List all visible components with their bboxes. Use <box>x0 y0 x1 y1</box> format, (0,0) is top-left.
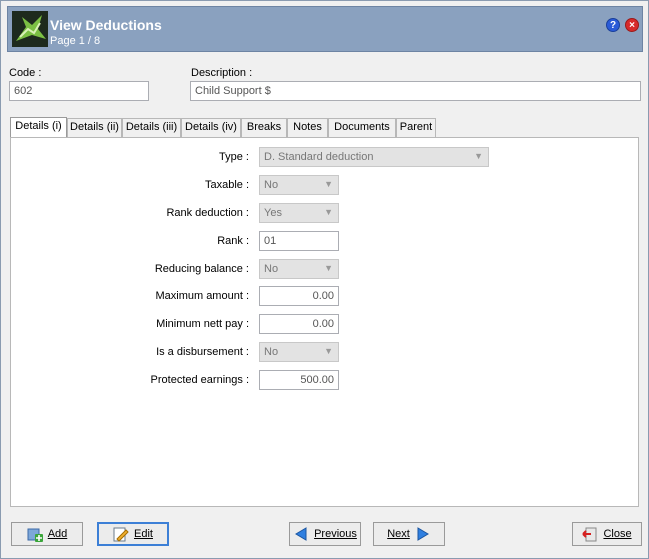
previous-label: Previous <box>314 528 357 540</box>
add-icon <box>27 528 43 542</box>
chevron-down-icon: ▼ <box>324 346 333 356</box>
disbursement-value: No <box>264 346 279 358</box>
close-window-icon[interactable]: × <box>625 18 639 32</box>
tab-details-iv[interactable]: Details (iv) <box>181 118 241 137</box>
code-label: Code : <box>9 67 42 79</box>
tab-breaks[interactable]: Breaks <box>241 118 287 137</box>
maximum-amount-input[interactable]: 0.00 <box>259 286 339 306</box>
title-bar: View Deductions Page 1 / 8 ? × <box>7 6 643 52</box>
minimum-nett-pay-label: Minimum nett pay : <box>156 318 249 330</box>
window-title: View Deductions <box>50 17 162 33</box>
description-field[interactable]: Child Support $ <box>190 81 641 101</box>
maximum-amount-label: Maximum amount : <box>155 290 249 302</box>
rank-deduction-value: Yes <box>264 207 282 219</box>
edit-button[interactable]: Edit <box>97 522 169 546</box>
reducing-balance-label: Reducing balance : <box>154 263 249 275</box>
reducing-balance-select[interactable]: No ▼ <box>259 259 339 279</box>
add-label: Add <box>47 528 68 540</box>
protected-earnings-input[interactable]: 500.00 <box>259 370 339 390</box>
chevron-down-icon: ▼ <box>324 263 333 273</box>
minimum-nett-pay-input[interactable]: 0.00 <box>259 314 339 334</box>
description-label: Description : <box>191 67 253 79</box>
disbursement-label: Is a disbursement : <box>156 346 249 358</box>
chevron-down-icon: ▼ <box>324 207 333 217</box>
app-logo-icon <box>12 11 48 47</box>
next-label: Next <box>387 528 410 540</box>
close-label: Close <box>603 528 632 540</box>
add-button[interactable]: Add <box>11 522 83 546</box>
exit-icon <box>582 527 597 542</box>
close-button[interactable]: Close <box>572 522 642 546</box>
disbursement-select[interactable]: No ▼ <box>259 342 339 362</box>
rank-deduction-select[interactable]: Yes ▼ <box>259 203 339 223</box>
reducing-balance-value: No <box>264 263 279 275</box>
taxable-label: Taxable : <box>204 179 249 191</box>
tab-details-i[interactable]: Details (i) <box>10 117 67 137</box>
tab-details-ii[interactable]: Details (ii) <box>67 118 122 137</box>
tab-details-iii[interactable]: Details (iii) <box>122 118 181 137</box>
taxable-select[interactable]: No ▼ <box>259 175 339 195</box>
chevron-down-icon: ▼ <box>474 151 483 161</box>
rank-deduction-label: Rank deduction : <box>166 207 249 219</box>
type-value: D. Standard deduction <box>264 151 374 163</box>
next-button[interactable]: Next <box>373 522 445 546</box>
rank-label: Rank : <box>217 235 249 247</box>
taxable-value: No <box>264 179 279 191</box>
edit-label: Edit <box>134 528 153 540</box>
code-field[interactable]: 602 <box>9 81 149 101</box>
rank-input[interactable]: 01 <box>259 231 339 251</box>
tab-documents[interactable]: Documents <box>328 118 396 137</box>
arrow-right-icon <box>417 527 429 541</box>
protected-earnings-label: Protected earnings : <box>150 374 249 386</box>
tab-parent[interactable]: Parent <box>396 118 436 137</box>
type-label: Type : <box>219 151 249 163</box>
chevron-down-icon: ▼ <box>324 179 333 189</box>
previous-button[interactable]: Previous <box>289 522 361 546</box>
arrow-left-icon <box>295 527 307 541</box>
type-select[interactable]: D. Standard deduction ▼ <box>259 147 489 167</box>
tab-notes[interactable]: Notes <box>287 118 328 137</box>
view-deductions-window: View Deductions Page 1 / 8 ? × Code : 60… <box>0 0 649 559</box>
edit-icon <box>113 527 129 542</box>
page-indicator: Page 1 / 8 <box>50 35 101 47</box>
help-icon[interactable]: ? <box>606 18 620 32</box>
